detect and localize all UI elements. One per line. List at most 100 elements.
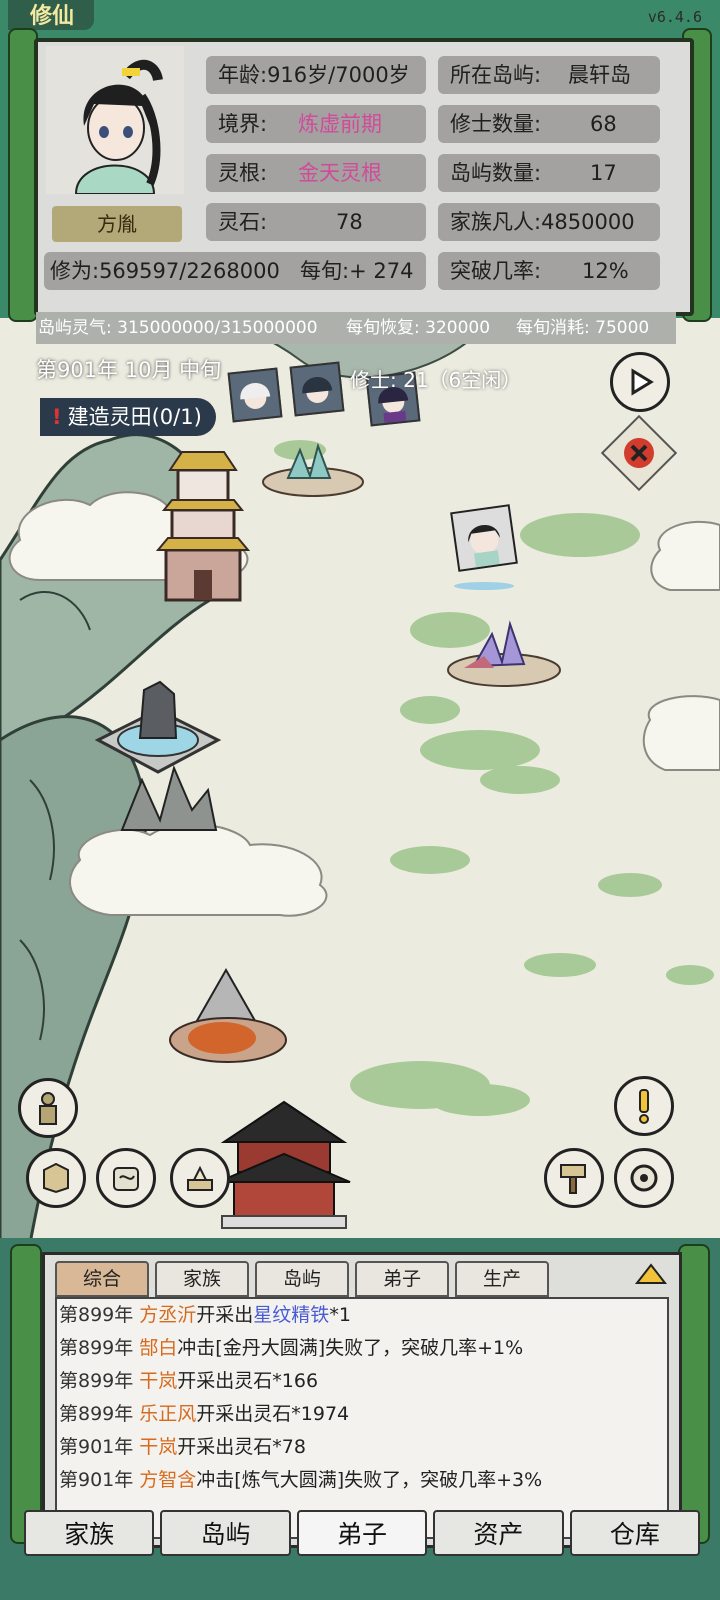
amethyst-island[interactable] [444,620,564,690]
spirit-root-value: 金天灵根 [298,161,382,185]
bottom-frame-strip [0,1562,720,1600]
crystal-island[interactable] [258,440,368,500]
log-text: 开采出灵石*78 [177,1436,306,1458]
person-icon [39,1092,57,1125]
bag-icon [113,1167,139,1191]
collapse-log-icon[interactable] [631,1259,671,1289]
next-turn-button[interactable] [610,352,670,412]
cultivator-count-field: 修士数量: 68 [438,105,660,143]
log-item: 星纹精铁 [253,1304,330,1326]
log-list[interactable]: 第899年 方丞沂开采出星纹精铁*1 第899年 郜白冲击[金丹大圆满]失败了，突破… [55,1297,669,1539]
log-entry: 第899年 干岚开采出灵石*166 [57,1365,667,1398]
log-roller-left [10,1244,42,1544]
nav-warehouse[interactable]: 仓库 [569,1510,701,1556]
events-button[interactable] [614,1076,674,1136]
nav-disciples[interactable]: 弟子 [296,1510,428,1556]
cultivation-per-turn: 每旬:+ 274 [300,259,414,283]
realm-value: 炼虚前期 [298,112,382,136]
tab-general[interactable]: 综合 [55,1261,149,1297]
tab-disciples[interactable]: 弟子 [355,1261,449,1297]
log-text: 冲击[炼气大圆满]失败了，突破几率+3% [196,1469,543,1491]
player-portrait-icon [74,59,163,195]
player-avatar[interactable] [46,46,184,195]
gear-icon [630,1164,658,1192]
quest-text: 建造灵田(0/1) [67,405,202,429]
log-actor: 方智含 [139,1469,197,1491]
settings-button[interactable] [614,1148,674,1208]
player-map-avatar[interactable] [450,504,518,572]
sect-palace[interactable] [214,1092,354,1232]
nav-islands[interactable]: 岛屿 [160,1510,291,1556]
game-date: 第901年 10月 中旬 [36,358,222,382]
cultivator-portrait-2[interactable] [289,361,345,417]
log-actor: 郜白 [139,1337,178,1359]
current-island-value: 晨轩岛 [568,63,631,87]
female-portrait-icon [302,376,333,403]
log-year: 第899年 [59,1304,134,1326]
island-count-label: 岛屿数量: [450,161,542,185]
white-hair-portrait-icon [240,382,271,409]
nav-assets[interactable]: 资产 [433,1510,564,1556]
log-actor: 干岚 [139,1370,178,1392]
version-label: v6.4.6 [647,8,702,26]
tab-production[interactable]: 生产 [455,1261,549,1297]
bag-button[interactable] [96,1148,156,1208]
log-roller-right [678,1244,710,1544]
log-year: 第901年 [59,1469,134,1491]
pagoda-building[interactable] [148,430,258,610]
log-entry: 第899年 郜白冲击[金丹大圆满]失败了，突破几率+1% [57,1332,667,1365]
spirit-stones-field: 灵石: 78 [206,203,426,241]
log-actor: 方丞沂 [139,1304,197,1326]
build-button[interactable] [170,1148,230,1208]
breakthrough-label: 突破几率: [450,259,542,283]
scroll-map-icon [43,1162,69,1194]
spirit-root-field: 灵根: 金天灵根 [206,154,426,192]
family-mortals-field: 家族凡人:4850000 [438,203,660,241]
cultivation-progress: 修为:569597/2268000 [50,259,280,283]
log-entry: 第901年 干岚开采出灵石*78 [57,1431,667,1464]
spirit-stones-label: 灵石: [218,210,268,234]
realm-field: 境界: 炼虚前期 [206,105,426,143]
play-arrow-icon [631,368,654,396]
island-count-value: 17 [590,161,617,185]
log-suffix: *1 [329,1304,351,1326]
cultivator-idle-count: 修士: 21（6空闲） [350,368,522,392]
hammer-icon [560,1164,586,1194]
character-button[interactable] [18,1078,78,1138]
cultivator-portrait-1[interactable] [227,367,283,423]
spirit-stones-value: 78 [336,210,363,234]
volcano-island[interactable] [166,960,296,1070]
map-button[interactable] [26,1148,86,1208]
tab-islands[interactable]: 岛屿 [255,1261,349,1297]
family-mortals-text: 家族凡人:4850000 [450,210,635,234]
realm-label: 境界: [218,112,268,136]
close-icon [624,438,654,468]
game-title: 修仙 [8,0,95,30]
log-actor: 干岚 [139,1436,178,1458]
event-log-panel: 综合 家族 岛屿 弟子 生产 第899年 方丞沂开采出星纹精铁*1 第899年 郜白… [42,1252,682,1548]
age-field: 年龄:916岁/7000岁 [206,56,426,94]
rock-spire [120,764,218,831]
bottom-nav: 家族 岛屿 弟子 资产 仓库 [24,1510,701,1556]
qi-recover-text: 每旬恢复: 320000 [346,318,491,338]
cultivation-field: 修为:569597/2268000 每旬:+ 274 [44,252,426,290]
island-qi-bar: 岛屿灵气: 315000000/315000000 每旬恢复: 320000 每… [36,312,676,344]
flying-sword-icon [454,582,514,590]
alert-icon: ! [52,405,62,429]
qi-consume-text: 每旬消耗: 75000 [516,318,650,338]
log-text: 开采出 [196,1304,254,1326]
current-island-label: 所在岛屿: [450,63,542,87]
log-entry: 第899年 乐正风开采出灵石*1974 [57,1398,667,1431]
log-text: 冲击[金丹大圆满]失败了，突破几率+1% [177,1337,524,1359]
nav-family[interactable]: 家族 [24,1510,155,1556]
tab-family[interactable]: 家族 [155,1261,249,1297]
island-qi-text: 岛屿灵气: 315000000/315000000 [38,318,318,338]
quest-tracker[interactable]: ! 建造灵田(0/1) [40,398,216,436]
log-actor: 乐正风 [139,1403,197,1425]
cultivator-count-label: 修士数量: [450,112,542,136]
breakthrough-field: 突破几率: 12% [438,252,660,290]
log-text: 开采出灵石*166 [177,1370,319,1392]
log-year: 第899年 [59,1403,134,1425]
forge-button[interactable] [544,1148,604,1208]
log-text: 开采出灵石*1974 [196,1403,350,1425]
